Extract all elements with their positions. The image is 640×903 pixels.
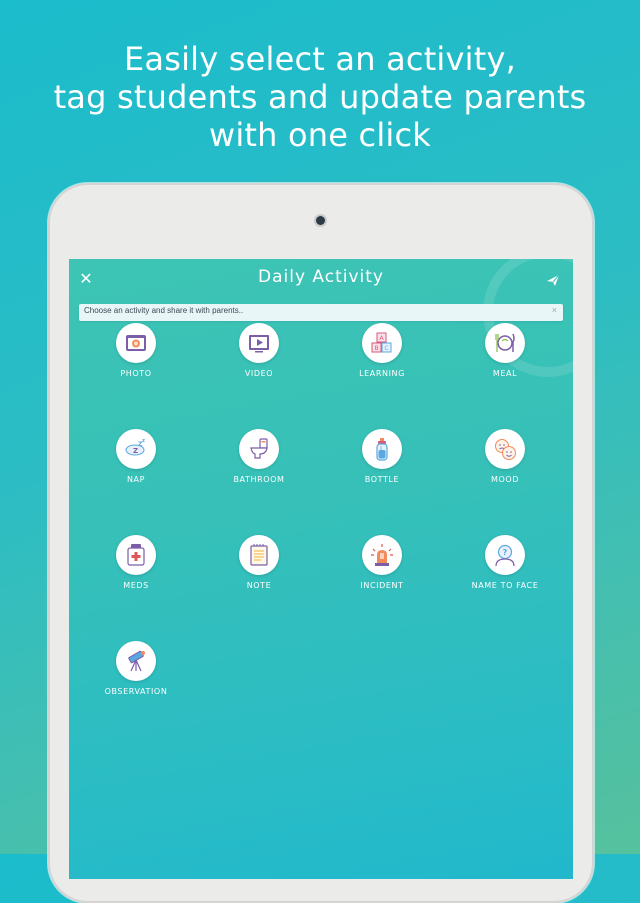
- headline-line-3: with one click: [208, 116, 432, 154]
- video-icon: [249, 335, 269, 353]
- activity-meds[interactable]: MEDS: [75, 535, 197, 615]
- learning-icon: A B C: [371, 332, 392, 353]
- app-screen: ✕ Daily Activity Choose an activity and …: [69, 259, 573, 879]
- svg-text:B: B: [374, 345, 378, 352]
- hint-banner: Choose an activity and share it with par…: [79, 304, 563, 321]
- photo-icon: [126, 335, 146, 351]
- svg-text:?: ?: [503, 548, 508, 557]
- headline-line-2: tag students and update parents: [53, 78, 587, 116]
- hint-banner-close-icon[interactable]: ×: [552, 305, 557, 315]
- headline-line-1: Easily select an activity,: [123, 40, 517, 78]
- activity-label: MOOD: [490, 475, 520, 484]
- activity-photo[interactable]: PHOTO: [75, 323, 197, 403]
- activity-meal[interactable]: MEAL: [444, 323, 566, 403]
- meal-icon: [495, 333, 515, 352]
- incident-icon: [371, 544, 393, 566]
- activity-label: PHOTO: [120, 369, 152, 378]
- observation-icon: [128, 650, 145, 672]
- svg-text:z: z: [142, 438, 145, 444]
- bathroom-icon: [250, 438, 268, 459]
- activity-label: NAME TO FACE: [471, 581, 539, 590]
- activity-label: BATHROOM: [233, 475, 285, 484]
- activity-mood[interactable]: MOOD: [444, 429, 566, 509]
- send-icon[interactable]: [545, 272, 561, 288]
- activity-name-to-face[interactable]: ? NAME TO FACE: [444, 535, 566, 615]
- mood-icon: [495, 439, 516, 460]
- activity-bottle[interactable]: BOTTLE: [321, 429, 443, 509]
- name-to-face-icon: ?: [495, 544, 515, 567]
- activity-label: OBSERVATION: [104, 687, 168, 696]
- activity-observation[interactable]: OBSERVATION: [75, 641, 197, 721]
- activity-label: MEDS: [123, 581, 149, 590]
- activity-bathroom[interactable]: BATHROOM: [198, 429, 320, 509]
- activity-label: BOTTLE: [364, 475, 400, 484]
- top-bar: ✕ Daily Activity: [69, 259, 573, 301]
- activity-label: NOTE: [246, 581, 272, 590]
- nap-icon: Z Z z: [125, 438, 145, 456]
- activity-incident[interactable]: INCIDENT: [321, 535, 443, 615]
- page-title: Daily Activity: [258, 267, 384, 287]
- activity-note[interactable]: NOTE: [198, 535, 320, 615]
- svg-text:Z: Z: [133, 447, 138, 455]
- activity-label: MEAL: [492, 369, 518, 378]
- meds-icon: [127, 544, 145, 566]
- activity-label: INCIDENT: [360, 581, 404, 590]
- activity-label: NAP: [126, 475, 146, 484]
- activity-learning[interactable]: A B C LEARNING: [321, 323, 443, 403]
- hint-banner-text: Choose an activity and share it with par…: [84, 306, 244, 315]
- camera-icon: [316, 216, 325, 225]
- activity-label: VIDEO: [244, 369, 274, 378]
- bottle-icon: [376, 438, 388, 461]
- svg-text:C: C: [384, 345, 388, 352]
- activity-video[interactable]: VIDEO: [198, 323, 320, 403]
- note-icon: [250, 544, 268, 566]
- activity-label: LEARNING: [359, 369, 405, 378]
- headline: Easily select an activity, tag students …: [0, 40, 640, 154]
- tablet-frame: ✕ Daily Activity Choose an activity and …: [48, 183, 594, 903]
- activity-nap[interactable]: Z Z z NAP: [75, 429, 197, 509]
